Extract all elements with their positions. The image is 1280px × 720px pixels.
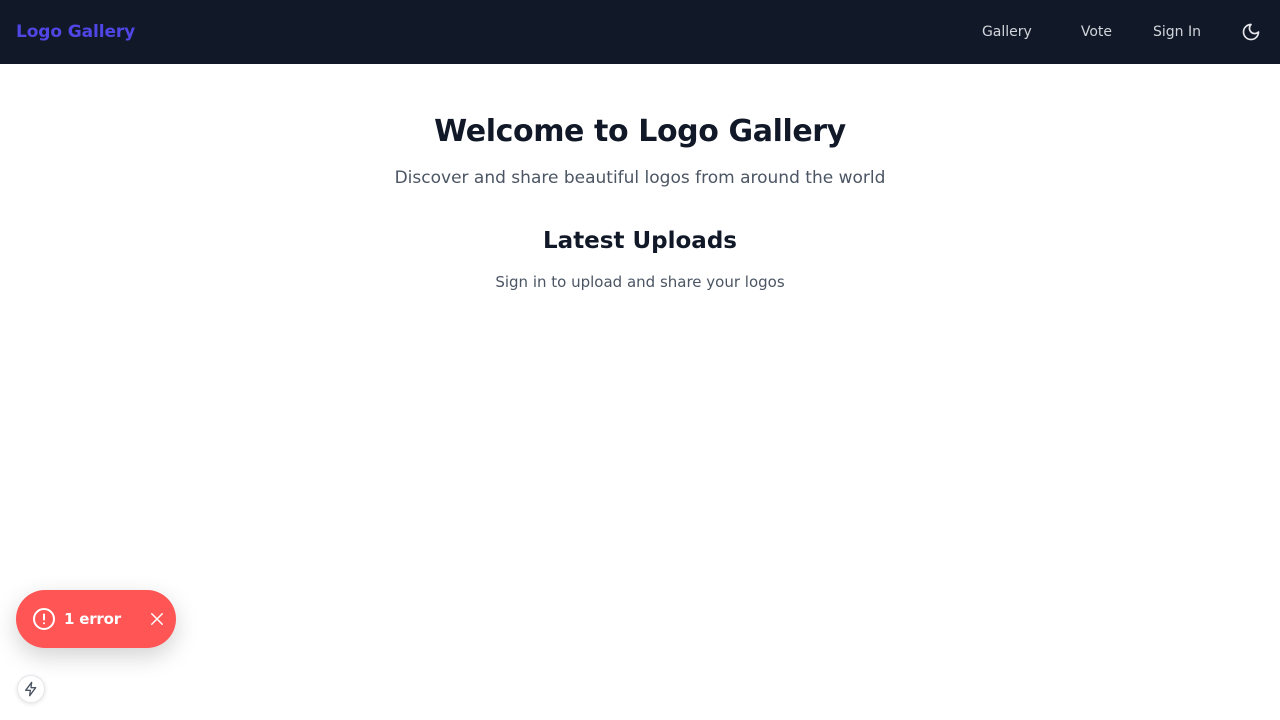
latest-uploads-heading: Latest Uploads <box>543 228 737 254</box>
nav-link-vote[interactable]: Vote <box>1073 24 1120 40</box>
top-navbar: Logo Gallery Gallery Vote Sign In <box>0 0 1280 64</box>
brand-logo-link[interactable]: Logo Gallery <box>16 22 135 42</box>
close-icon <box>150 613 163 625</box>
page-title: Welcome to Logo Gallery <box>434 114 846 149</box>
page-subtitle: Discover and share beautiful logos from … <box>394 168 886 188</box>
main-content: Welcome to Logo Gallery Discover and sha… <box>0 112 1280 294</box>
theme-toggle-button[interactable] <box>1239 20 1263 44</box>
main-nav: Gallery Vote Sign In <box>974 0 1264 64</box>
moon-icon <box>1242 23 1260 41</box>
alert-circle-icon <box>32 607 56 631</box>
error-count-label: 1 error <box>64 610 121 628</box>
sign-in-prompt: Sign in to upload and share your logos <box>495 273 785 291</box>
close-error-button[interactable] <box>147 609 167 629</box>
error-toast[interactable]: 1 error <box>16 590 176 648</box>
nav-link-sign-in[interactable]: Sign In <box>1145 24 1209 40</box>
devtools-button[interactable] <box>17 675 45 703</box>
lightning-icon <box>25 681 37 697</box>
nav-link-gallery[interactable]: Gallery <box>974 24 1040 40</box>
